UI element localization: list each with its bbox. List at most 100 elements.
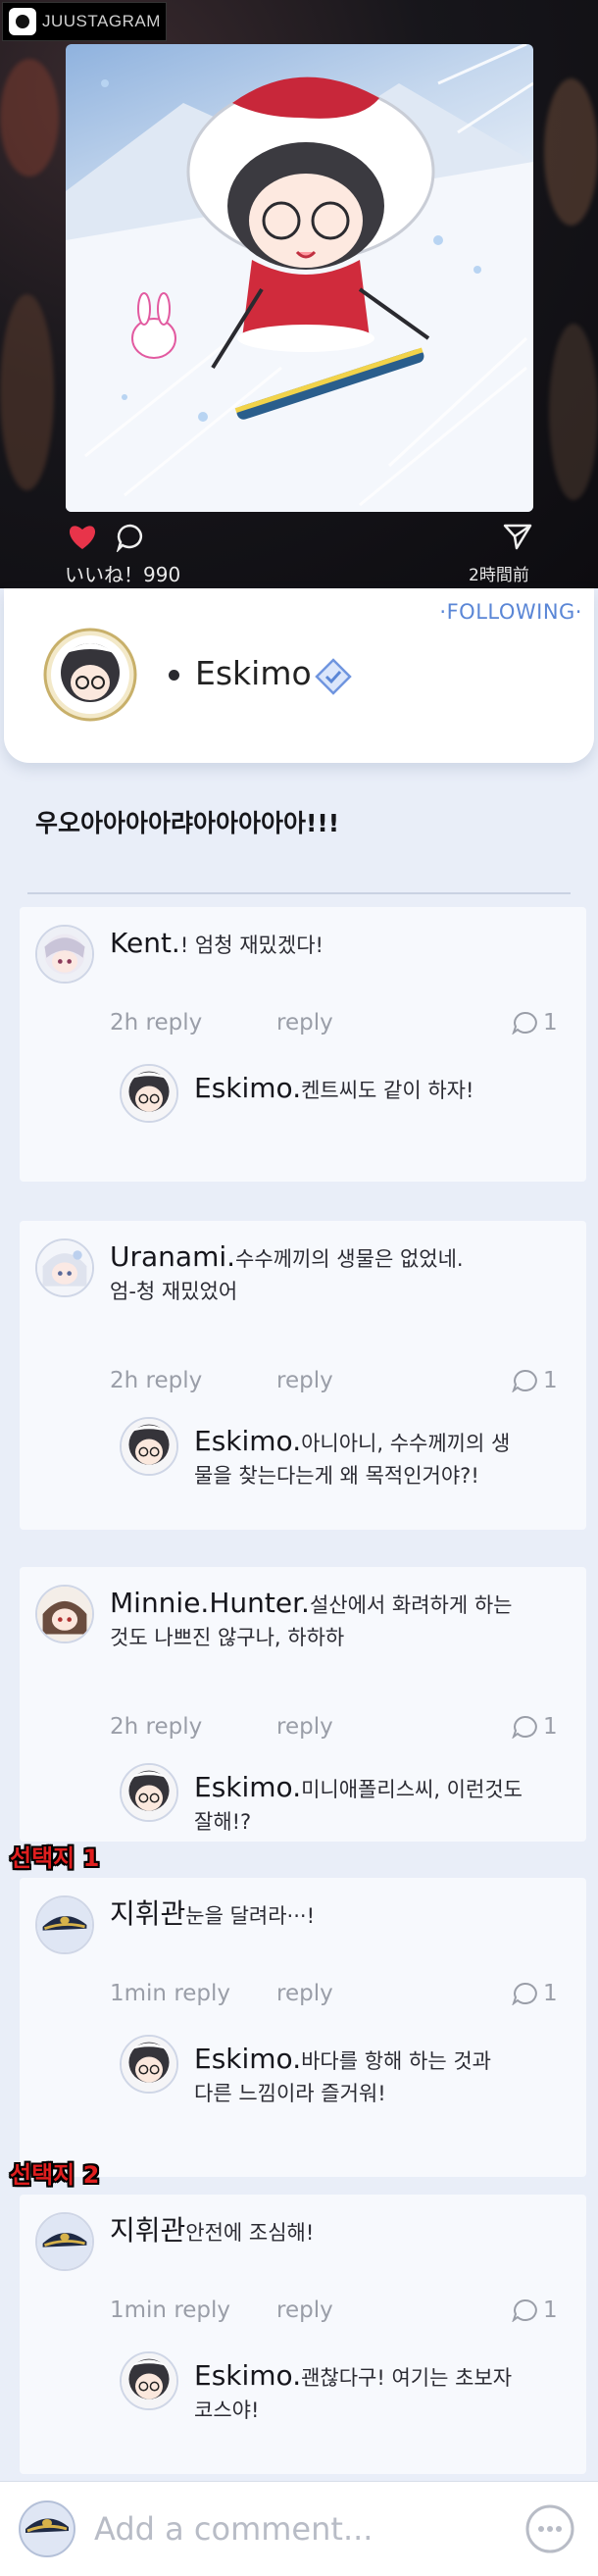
reply-username[interactable]: Eskimo. [194, 2359, 301, 2392]
like-count: いいね！990 [65, 563, 181, 586]
verified-badge-icon [315, 658, 352, 695]
comment-card: Kent.! 엄청 재밌겠다! 2h reply reply 1 Eskimo.… [20, 907, 586, 1182]
reply-count[interactable]: 1 [512, 1368, 558, 1393]
comment-text-line: 안전에 조심해! [185, 2221, 315, 2245]
comment-time: 1min reply [110, 1981, 231, 2006]
app-brand[interactable]: JUUSTAGRAM [2, 2, 167, 41]
comment-input[interactable] [94, 2503, 506, 2554]
avatar[interactable] [120, 1064, 178, 1123]
comment-body: Minnie.Hunter.설산에서 화려하게 하는것도 나쁘진 않구나, 하하… [110, 1587, 571, 1654]
reply-button[interactable]: reply [276, 1010, 333, 1035]
reply-body: Eskimo.아니아니, 수수께끼의 생물을 찾는다는게 왜 목적인거야?! [194, 1425, 576, 1492]
camera-icon [9, 8, 36, 35]
reply-count[interactable]: 1 [512, 1981, 558, 2006]
comment-body: 지휘관안전에 조심해! [110, 2214, 571, 2249]
avatar[interactable] [120, 1417, 178, 1476]
comment-username[interactable]: Kent. [110, 927, 180, 959]
reply-text-line: 켄트씨도 같이 하자! [301, 1079, 474, 1102]
comment-body: Uranami.수수께끼의 생물은 없었네. 엄-청 재밌었어 [110, 1240, 571, 1308]
reply-button[interactable]: reply [276, 1981, 333, 2006]
reply-text-line: 다른 느낌이라 즐거워! [194, 2082, 386, 2105]
choice-label: 선택지 1 [10, 1844, 100, 1872]
comment-username[interactable]: 지휘관 [110, 1897, 185, 1930]
comment-text-line: 수수께끼의 생물은 없었네. [235, 1247, 464, 1271]
post-image-section: JUUSTAGRAM いいね！990 2時間前 [0, 0, 598, 588]
avatar[interactable] [35, 1585, 94, 1643]
avatar[interactable] [35, 1895, 94, 1954]
reply-text-line: 물을 찾는다는게 왜 목적인거야?! [194, 1464, 479, 1488]
comment-username[interactable]: Uranami. [110, 1240, 235, 1273]
comment-card: 지휘관눈을 달려라···! 1min reply reply 1 Eskimo.… [20, 1878, 586, 2177]
reply-count-value: 1 [543, 2298, 558, 2323]
reply-body: Eskimo.미니애폴리스씨, 이런것도잘해!? [194, 1771, 576, 1839]
avatar[interactable] [120, 2351, 178, 2410]
comment-count-icon [512, 1369, 537, 1392]
reply-count-value: 1 [543, 1368, 558, 1393]
avatar[interactable] [43, 628, 137, 722]
comment-text-line: 엄-청 재밌었어 [110, 1280, 238, 1303]
reply-text-line: 괜찮다구! 여기는 초보자 [301, 2366, 513, 2390]
reply-button[interactable]: reply [276, 2298, 333, 2323]
author-name[interactable]: Eskimo [195, 654, 312, 692]
comment-count-icon [512, 1715, 537, 1739]
reply-count[interactable]: 1 [512, 2298, 558, 2323]
skiing-illustration [66, 44, 533, 512]
post-author-header: ·FOLLOWING· Eskimo [4, 588, 594, 763]
post-actions: いいね！990 2時間前 [0, 515, 598, 588]
reply-button[interactable]: reply [276, 1714, 333, 1740]
comment-body: 지휘관눈을 달려라···! [110, 1897, 571, 1933]
post-caption: 우오아아아아랴아아아아아!!! [35, 809, 340, 837]
emoji-icon[interactable] [524, 2503, 575, 2554]
divider [27, 892, 571, 894]
comment-text-line: ! 엄청 재밌겠다! [179, 934, 324, 957]
comment-count-icon [512, 2298, 537, 2322]
app-name: JUUSTAGRAM [42, 12, 161, 30]
comment-time: 2h reply [110, 1010, 203, 1035]
reply-username[interactable]: Eskimo. [194, 1425, 301, 1457]
avatar[interactable] [35, 925, 94, 984]
comment-text-line: 것도 나쁘진 않구나, 하하하 [110, 1626, 345, 1649]
reply-body: Eskimo.괜찮다구! 여기는 초보자코스야! [194, 2359, 576, 2427]
comment-card: 지휘관안전에 조심해! 1min reply reply 1 Eskimo.괜찮… [20, 2195, 586, 2474]
send-icon[interactable] [503, 523, 532, 550]
choice-label: 선택지 2 [10, 2161, 100, 2189]
comment-time: 1min reply [110, 2298, 231, 2323]
reply-text-line: 바다를 항해 하는 것과 [301, 2049, 491, 2073]
reply-username[interactable]: Eskimo. [194, 1771, 301, 1803]
comment-icon[interactable] [116, 523, 145, 552]
comment-card: Uranami.수수께끼의 생물은 없었네. 엄-청 재밌었어 2h reply … [20, 1221, 586, 1530]
reply-username[interactable]: Eskimo. [194, 2043, 301, 2075]
reply-body: Eskimo.바다를 항해 하는 것과다른 느낌이라 즐거워! [194, 2043, 576, 2110]
comment-text-line: 눈을 달려라···! [185, 1904, 316, 1928]
reply-count[interactable]: 1 [512, 1010, 558, 1035]
reply-text-line: 아니아니, 수수께끼의 생 [301, 1432, 511, 1455]
post-time: 2時間前 [469, 566, 529, 585]
comment-username[interactable]: 지휘관 [110, 2214, 185, 2247]
reply-body: Eskimo.켄트씨도 같이 하자! [194, 1072, 576, 1107]
comment-count-icon [512, 1982, 537, 2005]
reply-count-value: 1 [543, 1981, 558, 2006]
following-button[interactable]: ·FOLLOWING· [439, 600, 582, 624]
comment-bar [0, 2481, 598, 2576]
avatar[interactable] [120, 2035, 178, 2094]
reply-count-value: 1 [543, 1010, 558, 1035]
comment-body: Kent.! 엄청 재밌겠다! [110, 927, 571, 962]
avatar[interactable] [120, 1763, 178, 1822]
heart-icon[interactable] [67, 523, 98, 550]
reply-count[interactable]: 1 [512, 1714, 558, 1740]
post-photo[interactable] [66, 44, 533, 512]
reply-text-line: 잘해!? [194, 1810, 252, 1834]
reply-count-value: 1 [543, 1714, 558, 1740]
comment-text-line: 설산에서 화려하게 하는 [309, 1593, 513, 1617]
reply-text-line: 미니애폴리스씨, 이런것도 [301, 1778, 523, 1801]
reply-button[interactable]: reply [276, 1368, 333, 1393]
comment-time: 2h reply [110, 1714, 203, 1740]
comment-count-icon [512, 1011, 537, 1035]
comment-time: 2h reply [110, 1368, 203, 1393]
avatar[interactable] [35, 1238, 94, 1297]
reply-username[interactable]: Eskimo. [194, 1072, 301, 1104]
bullet-dot [169, 670, 179, 681]
reply-text-line: 코스야! [194, 2399, 260, 2422]
comment-username[interactable]: Minnie.Hunter. [110, 1587, 310, 1619]
avatar[interactable] [35, 2212, 94, 2271]
